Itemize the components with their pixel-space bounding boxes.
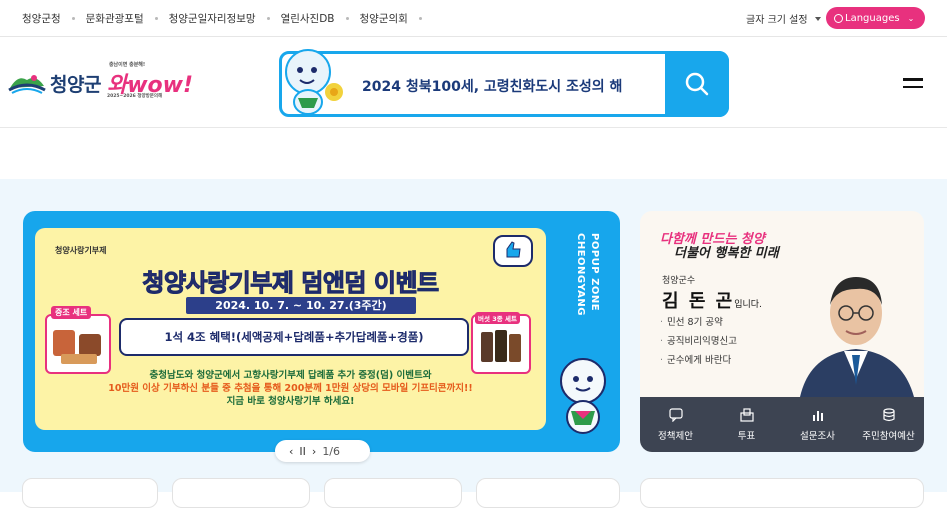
site-logo[interactable]: 청양군 충남이면 충분해! 와wow! 2025~2026 청양방문의해	[8, 62, 193, 99]
menu-line	[903, 85, 923, 88]
mayor-slogan: 다함께 만드는 청양 더불어 행복한 미래	[660, 233, 779, 261]
prev-button[interactable]: ‹	[289, 445, 293, 458]
ballot-box-icon	[739, 407, 754, 422]
next-button[interactable]: ›	[312, 445, 316, 458]
popup-zone-label: POPUP ZONE CHEONGYANG	[571, 233, 601, 363]
vote-label: 투표	[737, 430, 756, 442]
menu-icon[interactable]	[903, 78, 923, 93]
top-link-jobs[interactable]: 청양군일자리정보망	[169, 11, 256, 26]
slogan-line-2: 더불어 행복한 미래	[674, 246, 779, 261]
separator-dot	[154, 17, 158, 20]
top-link-county-office[interactable]: 청양군청	[22, 11, 61, 26]
county-emblem-icon	[8, 75, 46, 94]
font-size-setting[interactable]: 글자 크기 설정	[746, 11, 821, 26]
banner-date: 2024. 10. 7. ~ 10. 27.(3주간)	[186, 297, 416, 314]
slogan-line-1: 다함께 만드는 청양	[660, 232, 765, 247]
speech-bubble-icon	[668, 407, 683, 422]
mayor-name-text: 김 돈 곤	[662, 291, 735, 312]
banner-description: 충청남도와 청양군에서 고향사랑기부제 답례품 추가 증정(덤) 이벤트와 10…	[35, 369, 546, 408]
mayor-role: 청양군수	[662, 276, 696, 286]
logo-wow: 충남이면 충분해! 와wow! 2025~2026 청양방문의해	[106, 62, 193, 99]
search-promo-text: 2024 청북100세, 고령친화도시 조성의 해	[362, 79, 623, 95]
banner-slide[interactable]: 청양사랑기부제 청양사랑기부제 덤앤덤 이벤트 2024. 10. 7. ~ 1…	[35, 228, 546, 430]
mayor-name: 김 돈 곤입니다.	[662, 287, 762, 313]
banner-title: 청양사랑기부제 덤앤덤 이벤트	[142, 269, 440, 298]
quick-card[interactable]	[476, 478, 620, 508]
cheongyang-text: CHEONGYANG	[575, 233, 586, 316]
slide-counter: 1/6	[322, 444, 341, 458]
mascot-image	[560, 358, 606, 434]
gift-set-right: 버섯 3종 세트	[471, 312, 531, 374]
quick-card[interactable]	[22, 478, 158, 508]
mayor-panel: 다함께 만드는 청양 더불어 행복한 미래 청양군수 김 돈 곤입니다. 민선 …	[640, 211, 924, 452]
search-box[interactable]: 2024 청북100세, 고령친화도시 조성의 해	[279, 49, 729, 117]
font-size-label: 글자 크기 설정	[746, 15, 808, 26]
participatory-budget-label: 주민참여예산	[862, 430, 915, 442]
participation-bar: 정책제안 투표 설문조사 주민참여예산	[640, 397, 924, 452]
mayor-link-suggest[interactable]: 군수에게 바란다	[660, 352, 737, 366]
top-link-council[interactable]: 청양군의회	[360, 11, 408, 26]
separator-dot	[71, 17, 75, 20]
coins-icon	[882, 407, 895, 421]
quick-card[interactable]	[640, 478, 924, 508]
participatory-budget-button[interactable]: 주민참여예산	[853, 397, 924, 452]
chevron-down-icon: ⌄	[907, 13, 915, 23]
banner-desc-line-1: 충청남도와 청양군에서 고향사랑기부제 답례품 추가 증정(덤) 이벤트와	[149, 370, 432, 381]
survey-label: 설문조사	[800, 430, 835, 442]
gift-right-label: 버섯 3종 세트	[475, 312, 520, 324]
top-link-culture-tourism[interactable]: 문화관광포털	[86, 11, 144, 26]
gift-image	[53, 330, 101, 364]
mayor-photo	[790, 261, 924, 397]
gift-left-label: 중조 세트	[51, 306, 92, 319]
separator-dot	[266, 17, 270, 20]
top-link-photo-db[interactable]: 열린사진DB	[281, 11, 335, 26]
logo-name: 청양군	[50, 73, 101, 96]
mascot-image	[285, 49, 343, 115]
separator-dot	[345, 17, 349, 20]
quick-card[interactable]	[324, 478, 462, 508]
banner-desc-line-2: 10만원 이상 기부하신 분들 중 추첨을 통해 200분께 1만원 상당의 모…	[108, 383, 473, 394]
gift-set-left: 중조 세트	[45, 306, 111, 374]
mayor-link-report[interactable]: 공직비리익명신고	[660, 333, 737, 347]
vote-button[interactable]: 투표	[711, 397, 782, 452]
languages-label: Languages	[845, 12, 900, 24]
caret-down-icon	[814, 16, 821, 21]
popup-zone-banner[interactable]: 청양사랑기부제 청양사랑기부제 덤앤덤 이벤트 2024. 10. 7. ~ 1…	[23, 211, 620, 452]
search-button[interactable]	[665, 51, 729, 117]
policy-proposal-label: 정책제안	[658, 430, 693, 442]
mayor-links: 민선 8기 공약 공직비리익명신고 군수에게 바란다	[660, 314, 737, 371]
mayor-link-pledges[interactable]: 민선 8기 공약	[660, 314, 737, 328]
banner-pager: ‹ II › 1/6	[275, 440, 370, 462]
survey-button[interactable]: 설문조사	[782, 397, 853, 452]
related-sites-links: 청양군청 문화관광포털 청양군일자리정보망 열린사진DB 청양군의회	[22, 11, 433, 26]
mayor-name-suffix: 입니다.	[734, 300, 762, 310]
languages-button[interactable]: Languages ⌄	[826, 7, 925, 29]
globe-icon	[834, 13, 843, 23]
site-header: 청양군 충남이면 충분해! 와wow! 2025~2026 청양방문의해 202…	[0, 37, 947, 128]
search-icon	[685, 72, 709, 96]
top-utility-bar: 청양군청 문화관광포털 청양군일자리정보망 열린사진DB 청양군의회 글자 크기…	[0, 0, 947, 37]
banner-brand: 청양사랑기부제	[55, 246, 107, 255]
bar-chart-icon	[812, 410, 823, 421]
logo-sub: 2025~2026 청양방문의해	[106, 94, 163, 99]
separator-dot	[418, 17, 422, 20]
gift-image	[481, 330, 521, 362]
policy-proposal-button[interactable]: 정책제안	[640, 397, 711, 452]
quick-card[interactable]	[172, 478, 310, 508]
menu-line	[903, 78, 923, 81]
banner-desc-line-3: 지금 바로 청양사랑기부 하세요!	[226, 396, 355, 407]
popup-zone-text: POPUP ZONE	[589, 233, 600, 312]
logo-tagline: 충남이면 충분해!	[108, 62, 146, 68]
banner-benefit-box: 1석 4조 혜택!(세액공제+답례품+추가답례품+경품)	[119, 318, 469, 356]
pause-button[interactable]: II	[299, 445, 306, 458]
